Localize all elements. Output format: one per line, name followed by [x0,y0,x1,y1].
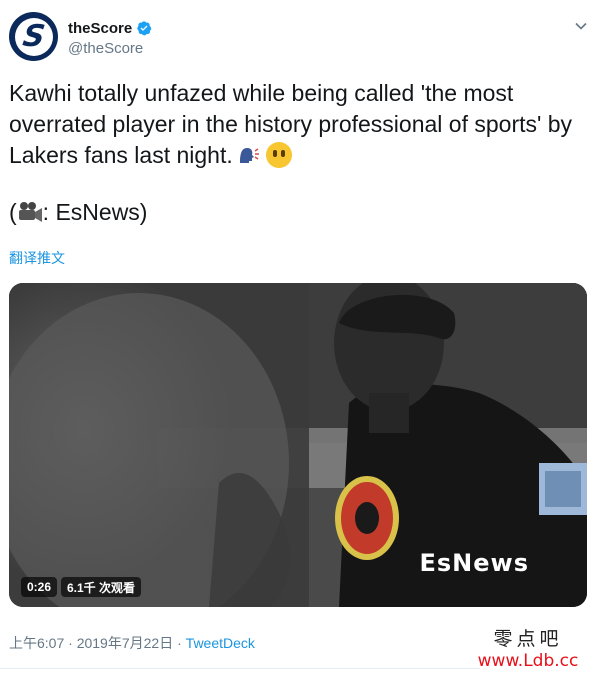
video-player[interactable]: EsNews 0:26 6.1千 次观看 [9,283,587,607]
tweet-source-link[interactable]: TweetDeck [186,635,255,651]
tweet-time[interactable]: 上午6:07 [9,635,64,651]
tweet-meta: 上午6:07 · 2019年7月22日 · TweetDeck [9,633,255,653]
face-eye-left [272,150,277,157]
video-duration-badge: 0:26 [21,577,58,597]
avatar-logo-letter: S [20,18,47,54]
translate-tweet-link[interactable]: 翻译推文 [9,248,65,268]
face-without-mouth-emoji [265,142,292,168]
avatar-inner: S [14,17,53,56]
tweet-header: S theScore @theScore [9,12,589,64]
video-views-badge: 6.1千 次观看 [61,577,142,597]
verified-badge-icon [136,20,152,36]
account-info[interactable]: theScore @theScore [68,18,152,57]
face-eye-right [280,150,285,157]
credit-text: : EsNews) [42,199,148,225]
avatar[interactable]: S [9,12,58,61]
divider [0,668,480,669]
tweet-body: Kawhi totally unfazed while being called… [9,80,579,168]
video-credit: ( : EsNews) [9,197,147,228]
site-watermark-url: www.Ldb.cc [477,651,579,671]
tweet-date[interactable]: 2019年7月22日 [77,635,174,651]
site-watermark-logo: 零点吧 www.Ldb.cc [468,628,588,674]
movie-camera-emoji [17,200,43,222]
chevron-down-icon[interactable] [573,18,589,34]
speaking-head-emoji [236,143,260,167]
display-name-row: theScore [68,18,152,38]
site-watermark-name: 零点吧 [493,628,563,650]
meta-separator: · [68,635,73,651]
video-watermark: EsNews [419,549,529,577]
tweet-text: Kawhi totally unfazed while being called… [9,78,589,171]
credit-open-paren: ( [9,199,17,225]
handle[interactable]: @theScore [68,40,152,57]
display-name[interactable]: theScore [68,20,132,37]
meta-separator-2: · [177,635,182,651]
